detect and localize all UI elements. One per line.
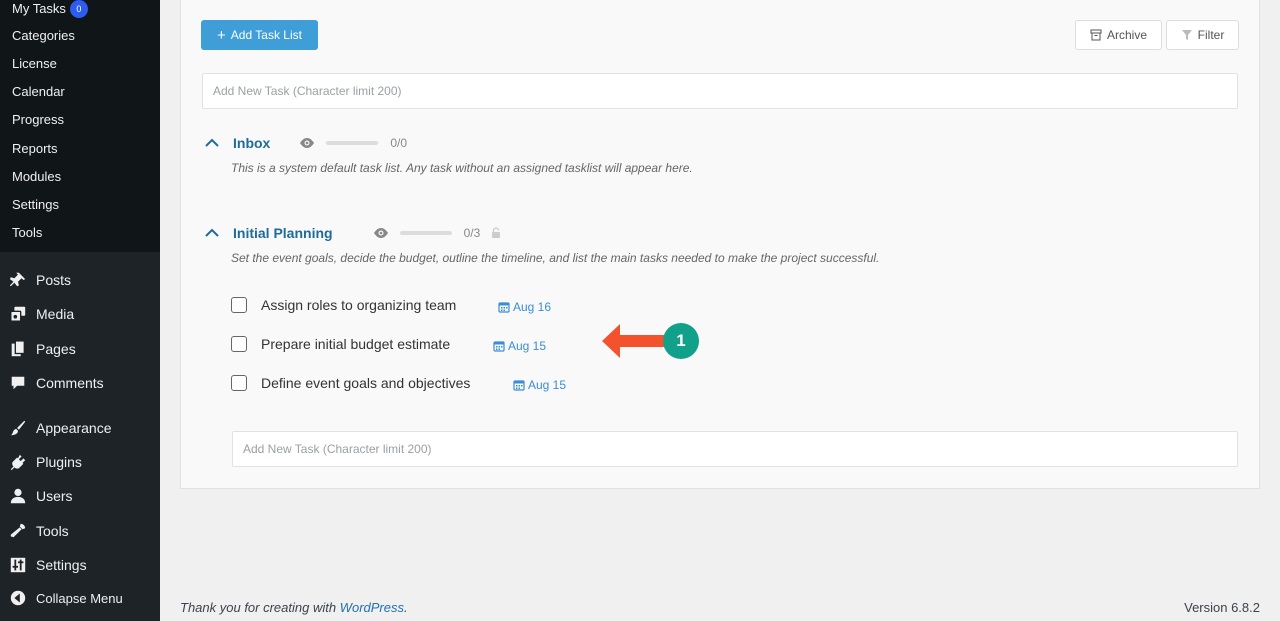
submenu-item-categories[interactable]: Categories [12,28,75,44]
list-title-initial-planning[interactable]: Initial Planning [233,225,333,241]
menu-item-users[interactable]: Users [0,479,160,513]
task-checkbox[interactable] [231,336,247,352]
submenu-item-tools[interactable]: Tools [12,225,42,241]
media-icon [8,304,28,324]
task-title[interactable]: Prepare initial budget estimate [261,336,450,352]
pin-icon [8,270,28,290]
task-row: Assign roles to organizing team [231,296,456,314]
menu-item-settings[interactable]: Settings [0,548,160,582]
task-title[interactable]: Assign roles to organizing team [261,297,456,313]
submenu-item-reports[interactable]: Reports [12,141,58,157]
annotation-step-marker: 1 [663,323,699,359]
list-progress-bar [399,231,452,235]
menu-item-comments[interactable]: Comments [0,366,160,400]
chevron-up-icon[interactable] [205,138,219,148]
archive-button[interactable]: Archive [1075,20,1162,50]
calendar-icon [493,341,505,352]
list-progress-text: 0/3 [463,226,481,240]
task-due-date[interactable]: Aug 16 [498,300,551,314]
task-due-date[interactable]: Aug 15 [493,339,546,353]
menu-item-plugins[interactable]: Plugins [0,445,160,479]
task-count-badge: 0 [69,0,88,18]
task-list-header-initial-planning: Initial Planning 0/3 [205,224,501,242]
annotation-arrow [602,324,666,358]
plugin-submenu: My Tasks 0 Categories License Calendar Pr… [0,0,160,252]
list-progress-bar [326,141,379,145]
eye-icon[interactable] [299,137,315,149]
calendar-icon [513,380,525,391]
task-row: Define event goals and objectives [231,374,470,392]
add-task-list-button[interactable]: + Add Task List [201,20,318,50]
list-description-inbox: This is a system default task list. Any … [231,161,693,175]
user-icon [8,486,28,506]
sliders-icon [8,555,28,575]
archive-icon [1090,29,1102,41]
task-due-date[interactable]: Aug 15 [513,378,566,392]
plug-icon [8,452,28,472]
lock-icon[interactable] [491,227,501,239]
task-row: Prepare initial budget estimate [231,335,450,353]
submenu-item-license[interactable]: License [12,56,57,72]
submenu-item-settings[interactable]: Settings [12,197,59,213]
add-new-task-input[interactable]: Add New Task (Character limit 200) [202,73,1238,109]
task-checkbox[interactable] [231,297,247,313]
plus-icon: + [217,26,226,44]
filter-button[interactable]: Filter [1166,20,1239,50]
submenu-item-calendar[interactable]: Calendar [12,84,65,100]
submenu-item-modules[interactable]: Modules [12,169,61,185]
task-list-header-inbox: Inbox 0/0 [205,134,407,152]
task-title[interactable]: Define event goals and objectives [261,375,470,391]
menu-item-posts[interactable]: Posts [0,263,160,297]
eye-icon[interactable] [373,227,389,239]
list-title-inbox[interactable]: Inbox [233,135,270,151]
menu-item-appearance[interactable]: Appearance [0,411,160,445]
comment-icon [8,373,28,393]
wrench-icon [8,521,28,541]
pages-icon [8,339,28,359]
menu-item-media[interactable]: Media [0,297,160,331]
chevron-up-icon[interactable] [205,228,219,238]
filter-icon [1181,30,1192,40]
footer-version: Version 6.8.2 [1184,600,1260,615]
footer-thanks: Thank you for creating with WordPress. [180,600,408,615]
list-description-initial-planning: Set the event goals, decide the budget, … [231,251,880,265]
submenu-item-progress[interactable]: Progress [12,112,64,128]
brush-icon [8,418,28,438]
admin-sidebar: My Tasks 0 Categories License Calendar Pr… [0,0,160,621]
menu-item-tools[interactable]: Tools [0,514,160,548]
calendar-icon [498,302,510,313]
add-new-task-input-initial-planning[interactable]: Add New Task (Character limit 200) [232,431,1238,467]
list-progress-text: 0/0 [390,136,408,150]
task-checkbox[interactable] [231,375,247,391]
collapse-menu-button[interactable]: Collapse Menu [0,581,160,615]
wordpress-link[interactable]: WordPress [340,600,404,615]
submenu-item-my-tasks[interactable]: My Tasks 0 [12,0,88,18]
collapse-icon [8,588,28,608]
menu-item-pages[interactable]: Pages [0,332,160,366]
